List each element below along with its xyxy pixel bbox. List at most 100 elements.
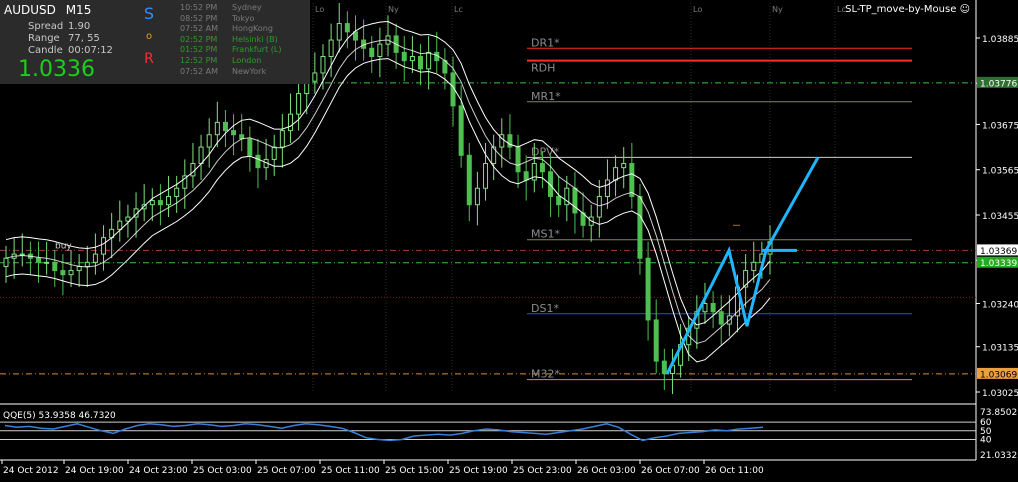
spread-label: Spread (28, 21, 64, 32)
candle-body (483, 163, 489, 189)
buy-marker-label: buy (55, 241, 72, 251)
session-time: 12:52 PM (180, 55, 218, 65)
session-row: 07:52 AM HongKong (180, 24, 281, 35)
candle-body (19, 253, 25, 256)
support-letter: S (143, 4, 155, 23)
candle-body (198, 146, 204, 165)
sr-letters: S o R (142, 4, 156, 67)
candle-body (466, 154, 472, 206)
time-tick-label: 26 Oct 03:00 (577, 466, 636, 476)
price-tick-label: 1.03885 (982, 35, 1018, 45)
price-tick-label: 1.03240 (982, 300, 1018, 310)
candle-body (3, 257, 9, 267)
time-tick-label: 24 Oct 19:00 (65, 466, 124, 476)
pivot-level-label: RDH (531, 62, 555, 75)
candle-body (328, 39, 334, 58)
candle-body (320, 56, 326, 74)
pivot-level-label: DPV* (531, 145, 560, 158)
session-row: 10:52 PM Sydney (180, 3, 281, 14)
candle-body (369, 47, 375, 58)
candle-body (613, 167, 619, 181)
time-tick-label: 26 Oct 11:00 (705, 466, 764, 476)
candle-body (206, 134, 212, 148)
pivot-level-label: M32* (531, 368, 560, 381)
candle-body (36, 257, 42, 263)
candle-body (474, 187, 480, 206)
candle-body (556, 195, 562, 206)
candle-timer: 00:07:12 (68, 45, 113, 56)
candle-body (645, 257, 651, 321)
price-flag-label: 1.03369 (980, 247, 1017, 257)
candle-body (710, 302, 716, 313)
candle-body (271, 146, 277, 160)
timeframe: M15 (65, 3, 92, 17)
candle-body (515, 146, 521, 173)
session-marker-label: Lo (315, 5, 324, 14)
candle-body (572, 187, 578, 214)
session-marker-label: Lc (454, 5, 463, 14)
candle-body (629, 163, 635, 197)
session-row: 02:52 PM Helsinki (B) (180, 35, 281, 46)
time-tick-label: 25 Oct 15:00 (385, 466, 444, 476)
pivot-level-label: MS1* (531, 228, 560, 241)
symbol-info-panel: AUDUSD M15 Spread 1.90 Range 77, 55 Cand… (0, 0, 310, 84)
price-tick-label: 1.03135 (982, 344, 1018, 354)
candle-body (222, 121, 228, 132)
ea-label: SL-TP_move-by-Mouse ☺ (845, 4, 970, 15)
candle-body (76, 265, 82, 272)
candle-body (539, 163, 545, 173)
session-row: 08:52 PM Tokyo (180, 14, 281, 25)
oscillator-label: QQE(5) 53.9358 46.7320 (3, 411, 116, 421)
price-tick-label: 1.03990 (982, 0, 1018, 2)
current-price: 1.0336 (18, 57, 95, 82)
session-city: NewYork (232, 66, 267, 76)
candle-body (44, 261, 50, 264)
session-row: 07:52 AM NewYork (180, 67, 281, 78)
candle-body (621, 163, 627, 169)
price-tick-label: 1.03675 (982, 121, 1018, 131)
range-label: Range (28, 33, 60, 44)
candle-body (344, 23, 350, 33)
session-row: 12:52 PM London (180, 56, 281, 67)
candle-body (279, 130, 285, 148)
symbol-label: AUDUSD M15 (4, 3, 91, 17)
price-flag-label: 1.03339 (980, 259, 1017, 269)
time-tick-label: 25 Oct 07:00 (257, 466, 316, 476)
candle-body (637, 195, 643, 259)
resistance-letter: R (144, 51, 154, 67)
candle-body (149, 200, 155, 206)
price-tick-label: 1.03565 (982, 167, 1018, 177)
session-city: London (232, 55, 262, 65)
oscillator-tick-label: 21.0332 (980, 451, 1017, 461)
candle-body (702, 302, 708, 313)
session-city: Tokyo (232, 13, 255, 23)
candle-body (718, 311, 724, 325)
time-tick-label: 24 Oct 2012 (3, 466, 59, 476)
candle-body (247, 138, 253, 156)
session-city: Frankfurt (L) (232, 45, 282, 55)
session-letter: o (145, 31, 153, 42)
candle-body (157, 200, 163, 206)
price-flag-label: 1.03069 (980, 370, 1017, 380)
session-time: 10:52 PM (180, 3, 218, 12)
candle-body (596, 195, 602, 218)
spread-row: Spread 1.90 (28, 21, 90, 32)
time-tick-label: 25 Oct 19:00 (449, 466, 508, 476)
candle-body (214, 121, 220, 136)
session-time: 01:52 PM (180, 45, 218, 55)
session-city: HongKong (232, 24, 273, 34)
chart-stage: Lo Ny Lc Lo Ny Lc DR1* RDH MR1* DPV* MS1* DS1* M32* b… (0, 0, 1018, 478)
candle-body (190, 163, 196, 177)
pivot-level-label: DS1* (531, 302, 559, 315)
candle-body (84, 261, 90, 267)
candle-body (287, 113, 293, 132)
time-tick-label: 25 Oct 23:00 (513, 466, 572, 476)
candle-body (751, 261, 757, 272)
session-city: Sydney (232, 3, 262, 12)
candle-body (166, 195, 172, 206)
candle-body (352, 31, 358, 41)
session-marker-label: Ny (388, 5, 399, 14)
market-sessions-list: 10:52 PM Sydney 08:52 PM Tokyo 07:52 AM HongK… (180, 3, 281, 77)
candle-body (377, 43, 383, 58)
candle-body (523, 171, 529, 181)
